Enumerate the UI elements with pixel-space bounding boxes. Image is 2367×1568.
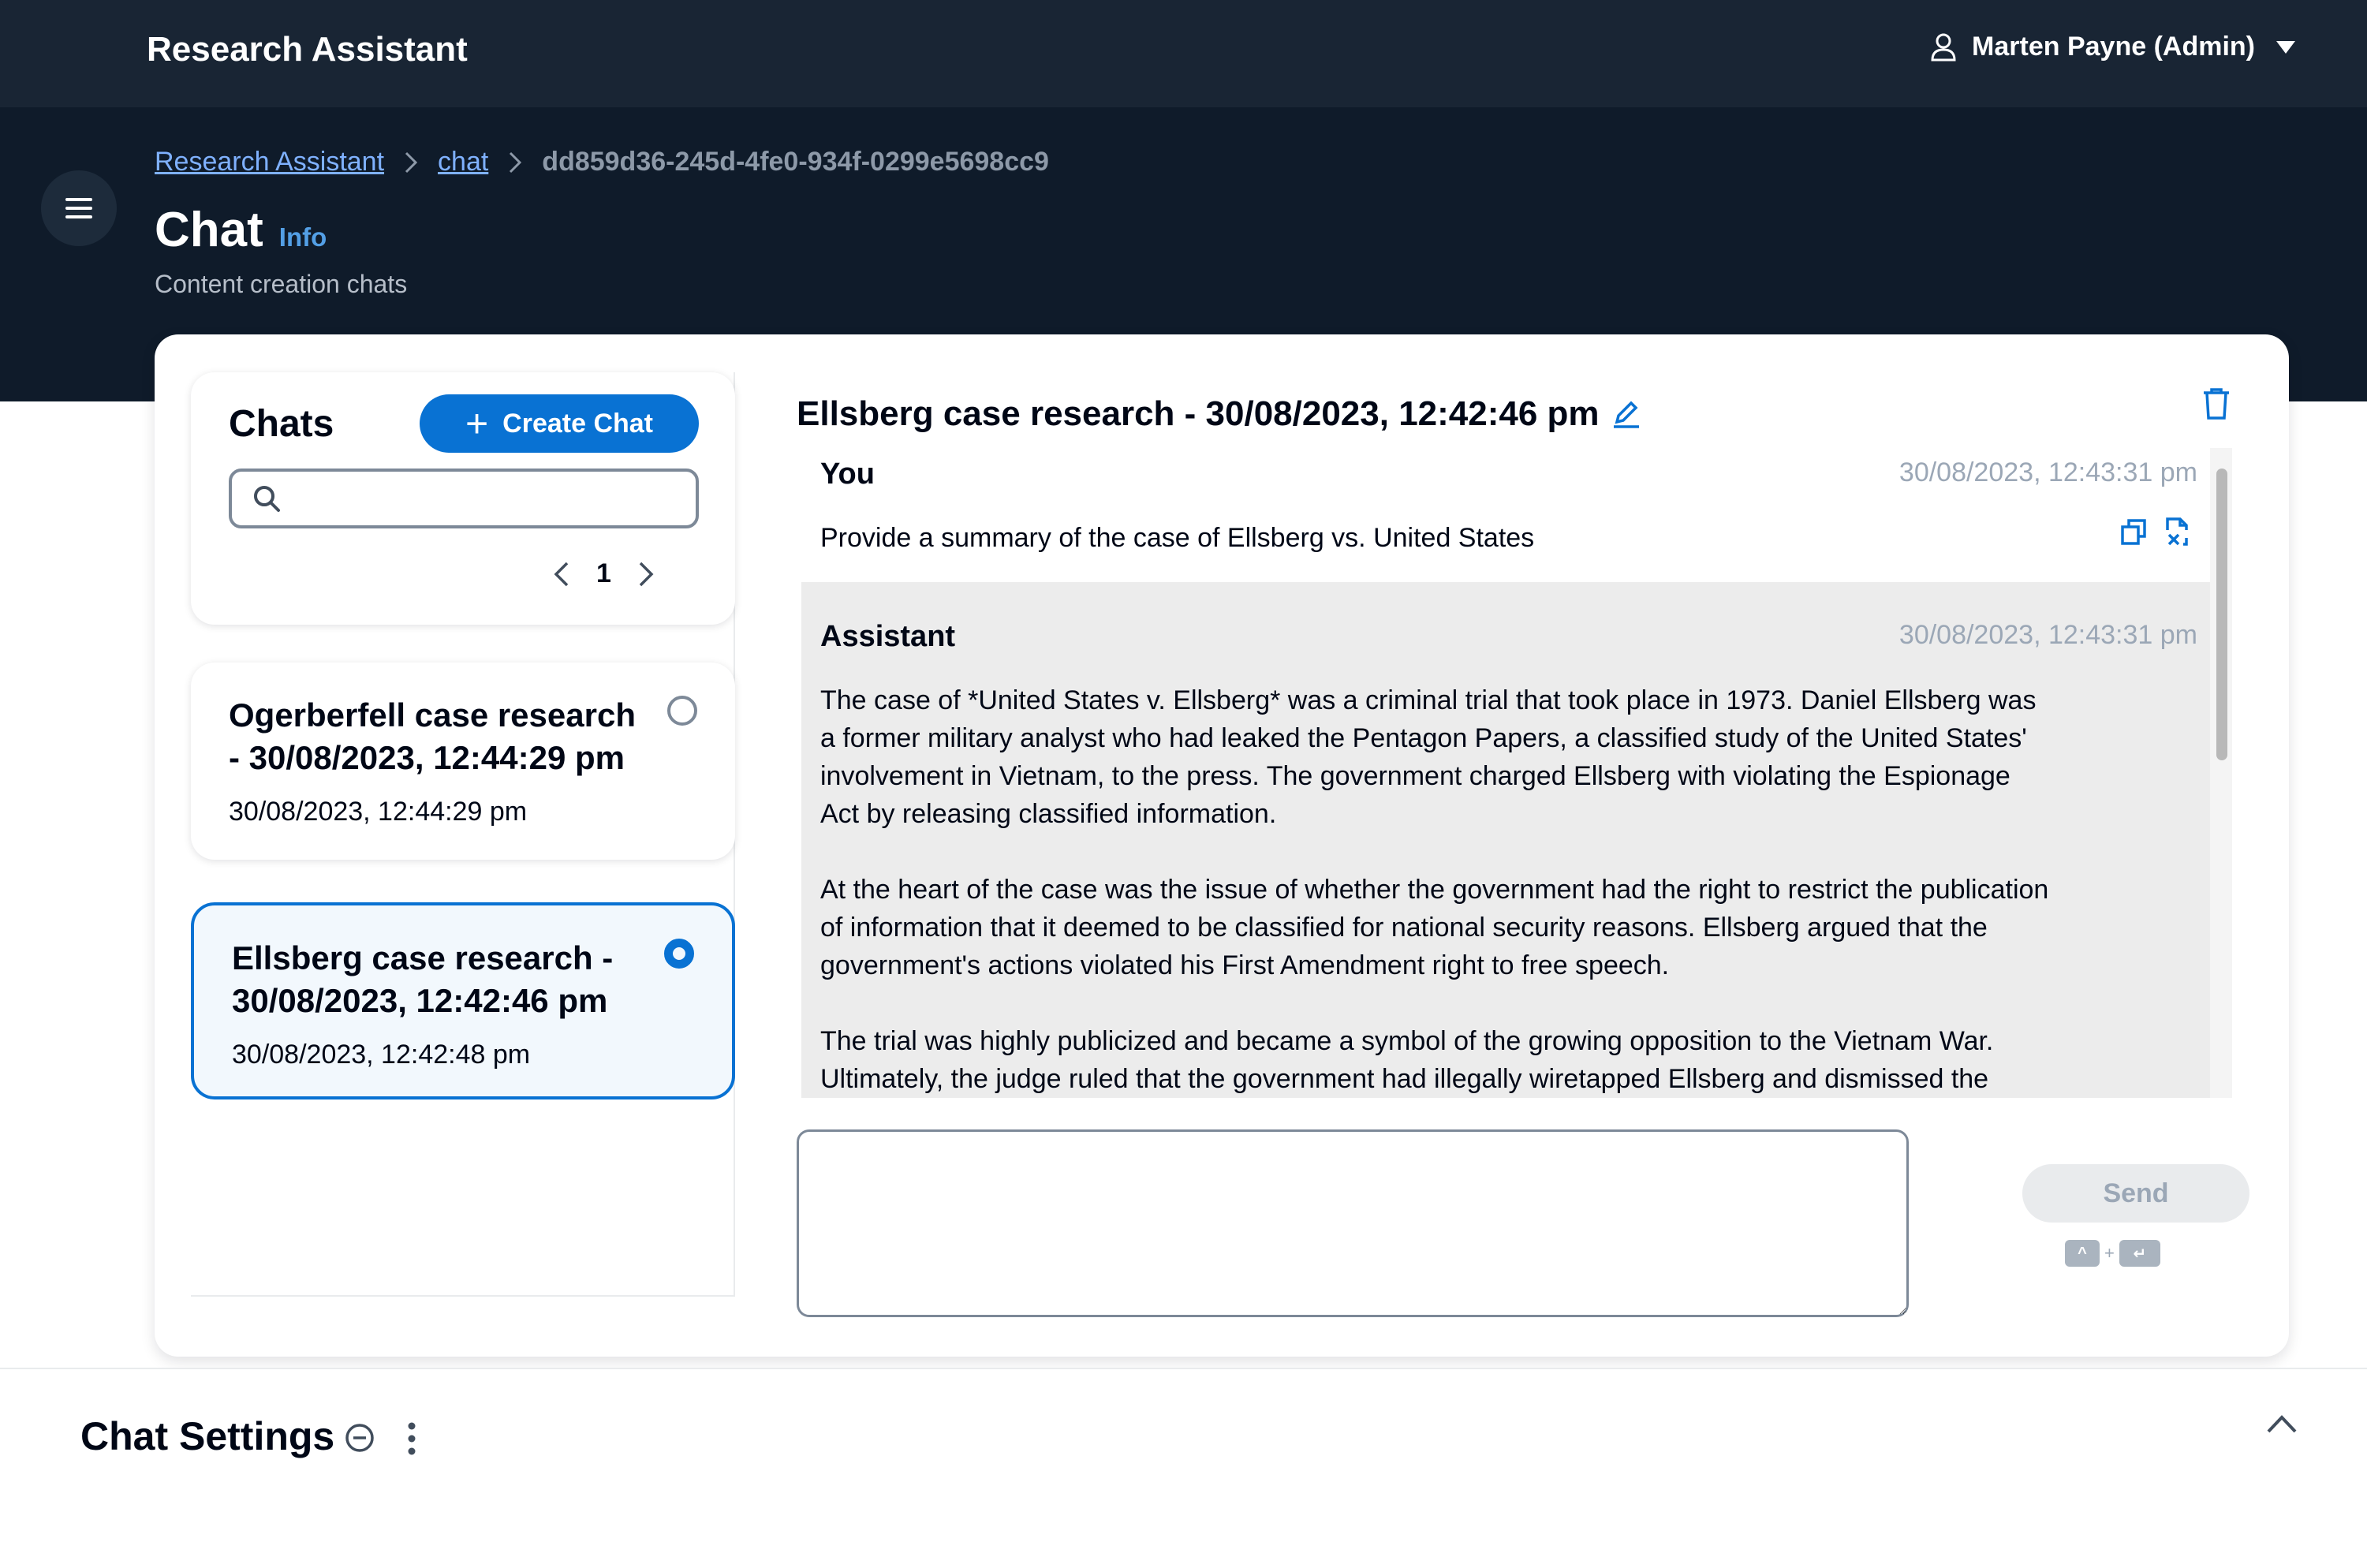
chevron-up-icon[interactable] xyxy=(2266,1413,2298,1438)
send-shortcut-hint: ^ + ↵ xyxy=(2065,1240,2160,1267)
shortcut-plus: + xyxy=(2104,1243,2115,1263)
minus-circle-icon[interactable] xyxy=(344,1421,375,1452)
create-chat-button[interactable]: + Create Chat xyxy=(420,394,699,453)
chats-heading: Chats xyxy=(229,403,334,445)
message-scrollbar[interactable] xyxy=(2210,448,2232,1098)
delete-chat-button[interactable] xyxy=(2202,388,2231,424)
message-timestamp: 30/08/2023, 12:43:31 pm xyxy=(1898,457,2197,487)
message-sender: Assistant xyxy=(820,620,956,653)
send-button[interactable]: Send xyxy=(2022,1164,2249,1223)
message-input[interactable] xyxy=(797,1129,1909,1317)
breadcrumb: Research Assistant chat dd859d36-245d-4f… xyxy=(155,147,1049,177)
create-chat-label: Create Chat xyxy=(502,408,654,439)
chat-list-item[interactable]: Ogerberfell case research - 30/08/2023, … xyxy=(191,663,735,860)
breadcrumb-current: dd859d36-245d-4fe0-934f-0299e5698cc9 xyxy=(542,147,1049,177)
message-text: Provide a summary of the case of Ellsber… xyxy=(820,523,1535,553)
chat-title: Ellsberg case research - 30/08/2023, 12:… xyxy=(797,394,1600,433)
chat-item-date: 30/08/2023, 12:42:48 pm xyxy=(232,1040,531,1070)
message-sender: You xyxy=(820,457,875,491)
chevron-right-icon xyxy=(405,151,418,174)
chat-item-title: Ogerberfell case research - 30/08/2023, … xyxy=(229,696,636,776)
chats-sidebar: Chats + Create Chat 1 Ogerberfell case r… xyxy=(191,372,735,1297)
chat-settings-title: Chat Settings xyxy=(80,1414,335,1458)
chat-settings-panel: Chat Settings xyxy=(0,1368,2367,1568)
trash-icon xyxy=(2204,388,2229,420)
breadcrumb-link-home[interactable]: Research Assistant xyxy=(155,147,384,177)
plus-icon: + xyxy=(465,401,489,446)
menu-toggle-button[interactable] xyxy=(41,170,117,246)
message-timestamp: 30/08/2023, 12:43:31 pm xyxy=(1898,620,2197,650)
page-header: Chat Info xyxy=(155,202,327,258)
message-text: The case of *United States v. Ellsberg* … xyxy=(820,681,2051,1098)
chat-search-input[interactable] xyxy=(229,469,699,528)
chevron-right-icon xyxy=(509,151,522,174)
chat-list-item-selected[interactable]: Ellsberg case research - 30/08/2023, 12:… xyxy=(191,902,735,1099)
ctrl-key-icon: ^ xyxy=(2065,1240,2100,1267)
chat-header: Ellsberg case research - 30/08/2023, 12:… xyxy=(797,394,1642,434)
scrollbar-thumb[interactable] xyxy=(2216,469,2227,760)
clear-file-icon[interactable] xyxy=(2164,517,2193,547)
edit-icon[interactable] xyxy=(1611,398,1642,430)
hamburger-icon xyxy=(65,198,92,218)
enter-key-icon: ↵ xyxy=(2119,1240,2160,1267)
copy-icon[interactable] xyxy=(2120,517,2147,547)
more-options-icon[interactable] xyxy=(405,1421,418,1460)
chat-select-radio[interactable] xyxy=(664,939,694,969)
message-list[interactable]: You 30/08/2023, 12:43:31 pm Provide a su… xyxy=(797,448,2240,1098)
user-menu[interactable]: Marten Payne (Admin) xyxy=(1931,32,2312,62)
message-actions xyxy=(2103,517,2193,547)
chevron-left-icon[interactable] xyxy=(554,561,569,588)
app-title[interactable]: Research Assistant xyxy=(147,30,468,69)
chat-item-date: 30/08/2023, 12:44:29 pm xyxy=(229,797,528,827)
pagination: 1 xyxy=(554,558,654,589)
message-paragraph: The trial was highly publicized and beca… xyxy=(820,1026,1994,1094)
assistant-message: Assistant 30/08/2023, 12:43:31 pm The ca… xyxy=(801,582,2216,1098)
chat-item-title: Ellsberg case research - 30/08/2023, 12:… xyxy=(232,939,614,1019)
user-icon xyxy=(1931,33,1956,61)
chats-panel-header: Chats + Create Chat 1 xyxy=(191,372,735,625)
search-icon xyxy=(254,486,280,512)
top-navigation: Research Assistant Marten Payne (Admin) xyxy=(0,0,2367,107)
main-card: Chats + Create Chat 1 Ogerberfell case r… xyxy=(155,334,2289,1357)
chat-settings-header: Chat Settings xyxy=(80,1413,375,1459)
info-link[interactable]: Info xyxy=(279,222,327,252)
caret-down-icon xyxy=(2276,40,2295,54)
user-name: Marten Payne (Admin) xyxy=(1972,32,2255,62)
message-paragraph: The case of *United States v. Ellsberg* … xyxy=(820,685,2037,829)
page-number[interactable]: 1 xyxy=(596,558,611,589)
page-description: Content creation chats xyxy=(155,270,408,298)
chat-select-radio[interactable] xyxy=(667,696,697,726)
message-paragraph: At the heart of the case was the issue o… xyxy=(820,875,2049,980)
user-message: You 30/08/2023, 12:43:31 pm Provide a su… xyxy=(801,448,2216,579)
chevron-right-icon[interactable] xyxy=(638,561,654,588)
breadcrumb-link-chat[interactable]: chat xyxy=(438,147,488,177)
page-title: Chat xyxy=(155,203,263,257)
chat-panel: Ellsberg case research - 30/08/2023, 12:… xyxy=(797,372,2253,1319)
